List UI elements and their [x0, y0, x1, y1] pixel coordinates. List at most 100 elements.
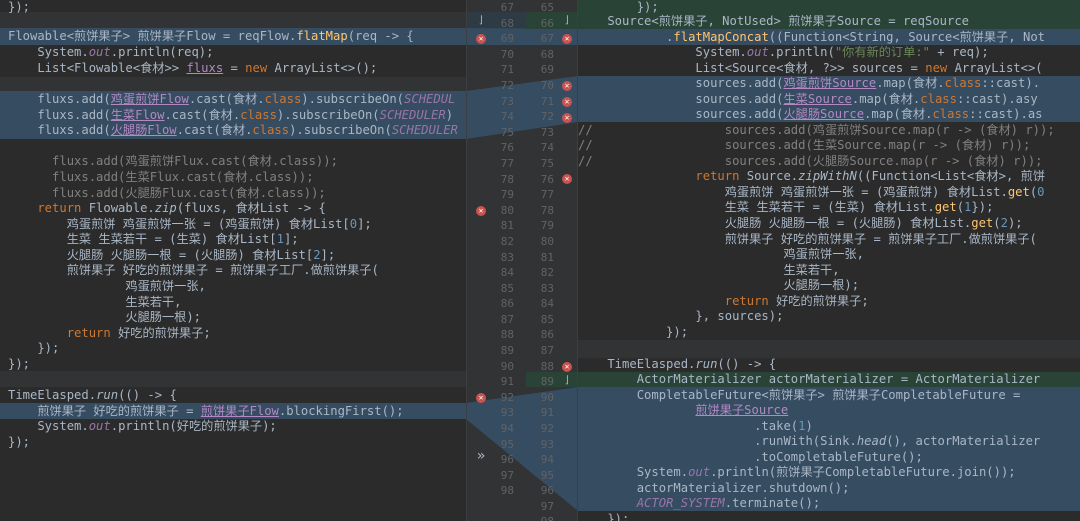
code-line[interactable]: 生菜 生菜若干 = (生菜) 食材List[1]; [8, 232, 299, 248]
breakpoint-icon[interactable]: ✕ [476, 393, 486, 403]
code-line[interactable]: 生菜若干, [578, 263, 839, 279]
code-line[interactable]: }); [578, 512, 629, 521]
left-line-number: 70 [500, 48, 514, 61]
code-line[interactable]: }); [8, 341, 59, 357]
code-line[interactable]: sources.add(火腿肠Source.map(食材.class::cast… [578, 107, 1042, 123]
code-line[interactable]: }); [8, 0, 30, 16]
code-token: ).subscribeOn( [289, 123, 392, 137]
code-line[interactable]: // sources.add(生菜Source.map(r -> (食材) r)… [578, 138, 1030, 154]
breakpoint-icon[interactable]: ✕ [476, 34, 486, 44]
code-line[interactable]: System.out.println(好吃的煎饼果子); [8, 419, 276, 435]
code-token: ]; [283, 232, 299, 246]
code-line[interactable]: System.out.println(煎饼果子CompletableFuture… [578, 465, 1016, 481]
code-line[interactable]: 火腿肠一根); [578, 278, 859, 294]
code-line[interactable]: 煎饼果子 好吃的煎饼果子 = 煎饼果子工厂.做煎饼果子( [8, 263, 379, 279]
code-line[interactable]: Flowable<煎饼果子> 煎饼果子Flow = reqFlow.flatMa… [8, 29, 414, 45]
code-line[interactable]: fluxs.add(生菜Flow.cast(食材.class).subscrib… [8, 108, 453, 124]
code-token: .map( [864, 107, 901, 121]
code-line[interactable]: 鸡蛋煎饼一张, [578, 247, 863, 263]
fold-marker-icon[interactable]: ⌋ [474, 14, 488, 28]
code-token: sources.add( [578, 107, 784, 121]
code-line[interactable]: .take(1) [578, 419, 813, 435]
breakpoint-icon[interactable]: ✕ [562, 174, 572, 184]
left-editor-pane[interactable]: }); Flowable<煎饼果子> 煎饼果子Flow = reqFlow.fla… [0, 0, 466, 521]
code-line[interactable]: 煎饼果子Source [578, 403, 788, 419]
code-line[interactable]: CompletableFuture<煎饼果子> 煎饼果子CompletableF… [578, 388, 1021, 404]
code-line[interactable]: // sources.add(鸡蛋煎饼Source.map(r -> (食材) … [578, 123, 1055, 139]
code-token: ); [1007, 216, 1023, 230]
right-line-number: 93 [540, 438, 554, 451]
code-token: }); [8, 341, 60, 355]
code-line[interactable]: }); [8, 435, 30, 451]
code-token: new [245, 61, 268, 75]
code-line[interactable]: List<Source<食材, ?>> sources = new ArrayL… [578, 61, 1043, 77]
code-line[interactable]: }, sources); [578, 309, 783, 325]
code-line[interactable]: System.out.println(req); [8, 45, 213, 61]
code-token: , Not [1008, 30, 1045, 44]
code-line[interactable]: }); [578, 325, 688, 341]
code-line[interactable]: 生菜若干, [8, 295, 181, 311]
code-line[interactable]: .runWith(Sink.head(), actorMaterializer [578, 434, 1040, 450]
code-line[interactable]: return 好吃的煎饼果子; [578, 294, 869, 310]
code-line[interactable]: sources.add(生菜Source.map(食材.class::cast)… [578, 92, 1037, 108]
apply-change-arrow-icon[interactable]: » [474, 449, 488, 463]
code-token: 煎饼果子 [658, 14, 708, 28]
code-line[interactable]: }); [8, 357, 30, 373]
breakpoint-icon[interactable]: ✕ [562, 34, 572, 44]
code-line[interactable]: fluxs.add(火腿肠Flux.cast(食材.class)); [8, 186, 326, 202]
code-line[interactable]: 煎饼果子 好吃的煎饼果子 = 煎饼果子工厂.做煎饼果子( [578, 232, 1037, 248]
code-line[interactable]: List<Flowable<食材>> fluxs = new ArrayList… [8, 61, 377, 77]
code-token: .println(煎饼果子CompletableFuture.join()); [710, 465, 1016, 479]
breakpoint-icon[interactable]: ✕ [562, 113, 572, 123]
code-line[interactable]: return Source.zipWithN((Function<List<食材… [578, 169, 1045, 185]
code-line[interactable]: ACTOR_SYSTEM.terminate(); [578, 496, 820, 512]
fold-marker-icon[interactable]: ⌋ [560, 374, 574, 388]
breakpoint-icon[interactable]: ✕ [562, 97, 572, 107]
code-token: fluxs.add(鸡蛋煎饼Flux.cast(食材.class)); [8, 154, 338, 168]
code-line[interactable]: fluxs.add(鸡蛋煎饼Flux.cast(食材.class)); [8, 154, 338, 170]
code-line[interactable]: actorMaterializer.shutdown(); [578, 481, 850, 497]
code-line[interactable]: fluxs.add(鸡蛋煎饼Flow.cast(食材.class).subscr… [8, 92, 455, 108]
right-line-number: 92 [540, 422, 554, 435]
fold-marker-icon[interactable]: ⌋ [560, 14, 574, 28]
left-line-number: 81 [500, 219, 514, 232]
diff-gutter[interactable]: 67 68 69 70 71 72 73 74 75 76 77 78 79 80 81 82 83 84 85 86… [466, 0, 578, 521]
code-token: , ?>> sources = [807, 61, 926, 75]
code-line[interactable]: 火腿肠 火腿肠一根 = (火腿肠) 食材List.get(2); [578, 216, 1023, 232]
right-editor-pane[interactable]: }); Source<煎饼果子, NotUsed> 煎饼果子Source = r… [578, 0, 1080, 521]
code-line[interactable]: 鸡蛋煎饼 鸡蛋煎饼一张 = (鸡蛋煎饼) 食材List[0]; [8, 217, 372, 233]
code-token: (fluxs, [176, 201, 236, 215]
code-line[interactable]: 鸡蛋煎饼一张, [8, 279, 205, 295]
breakpoint-icon[interactable]: ✕ [562, 81, 572, 91]
code-line[interactable]: return 好吃的煎饼果子; [8, 326, 211, 342]
code-line[interactable]: 鸡蛋煎饼 鸡蛋煎饼一张 = (鸡蛋煎饼) 食材List.get(0 [578, 185, 1045, 201]
code-line[interactable]: fluxs.add(火腿肠Flow.cast(食材.class).subscri… [8, 123, 458, 139]
code-line[interactable]: Source<煎饼果子, NotUsed> 煎饼果子Source = reqSo… [578, 14, 969, 30]
code-line[interactable]: TimeElasped.run(() -> { [578, 357, 776, 373]
code-line[interactable]: 煎饼果子 好吃的煎饼果子 = 煎饼果子Flow.blockingFirst(); [8, 404, 403, 420]
breakpoint-icon[interactable]: ✕ [476, 206, 486, 216]
code-line[interactable]: 火腿肠 火腿肠一根 = (火腿肠) 食材List[2]; [8, 248, 336, 264]
code-line[interactable]: ActorMaterializer actorMaterializer = Ac… [578, 372, 1041, 388]
code-token: class [264, 92, 302, 106]
code-line[interactable]: 生菜 生菜若干 = (生菜) 食材List.get(1}); [578, 200, 994, 216]
code-line[interactable]: // sources.add(火腿肠Source.map(r -> (食材) r… [578, 154, 1043, 170]
code-line[interactable]: return Flowable.zip(fluxs, 食材List -> { [8, 201, 326, 217]
code-line[interactable]: TimeElasped.run(() -> { [8, 388, 177, 404]
code-token: ArrayList<>( [947, 61, 1043, 75]
code-line[interactable]: 火腿肠一根); [8, 310, 201, 326]
code-line[interactable]: .toCompletableFuture(); [578, 450, 923, 466]
code-line[interactable]: System.out.println("你有新的订单:" + req); [578, 45, 988, 61]
code-line[interactable]: .flatMapConcat((Function<String, Source<… [578, 30, 1045, 46]
code-token: 食材 [232, 92, 258, 106]
right-line-number: 87 [540, 344, 554, 357]
right-line-number: 94 [540, 453, 554, 466]
right-line-number: 69 [540, 63, 554, 76]
code-token: 鸡蛋煎饼Flow [110, 92, 189, 106]
left-line-number: 92 [500, 391, 514, 404]
code-token: = [223, 61, 246, 75]
breakpoint-icon[interactable]: ✕ [562, 362, 572, 372]
code-line[interactable]: sources.add(鸡蛋煎饼Source.map(食材.class::cas… [578, 76, 1040, 92]
right-line-number: 71 [540, 95, 554, 108]
code-line[interactable]: fluxs.add(生菜Flux.cast(食材.class)); [8, 170, 314, 186]
